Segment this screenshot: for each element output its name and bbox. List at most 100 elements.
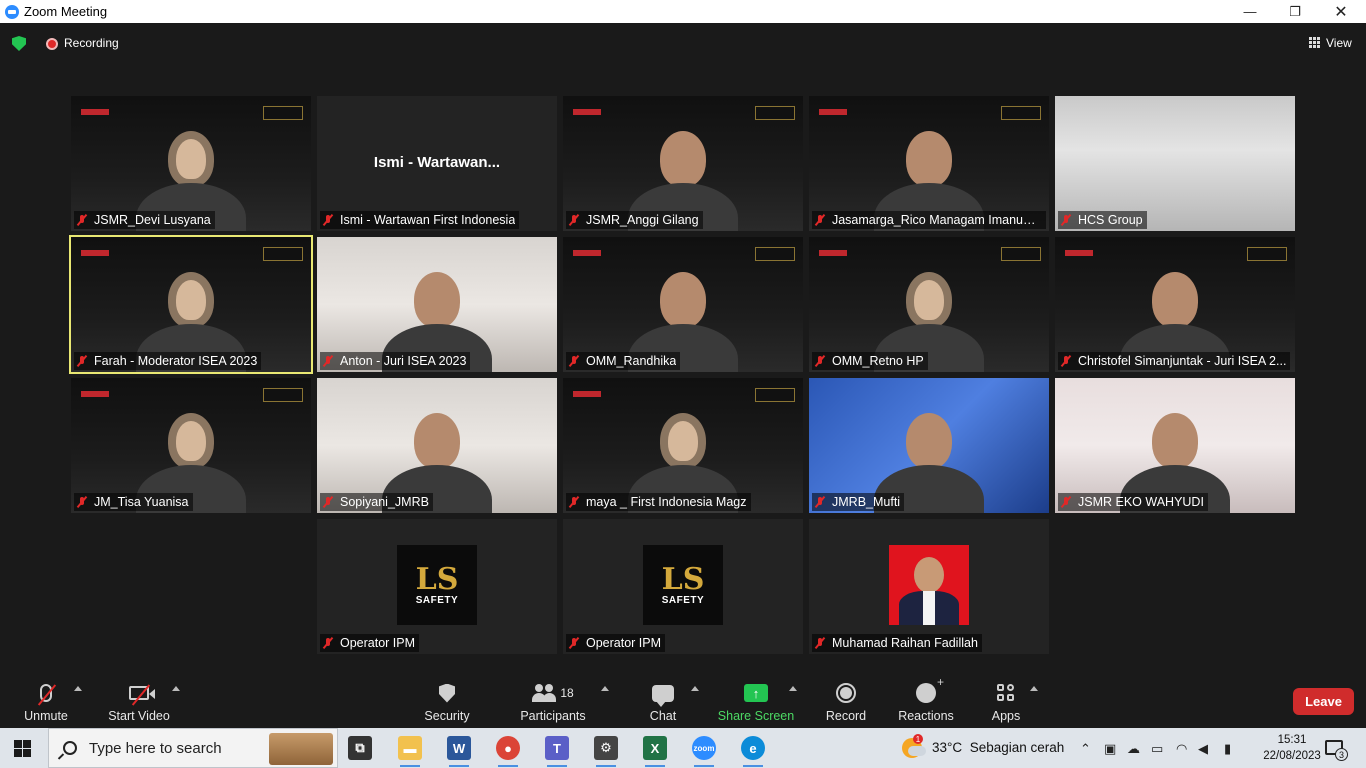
apps-options-chevron-up-icon[interactable] (1030, 686, 1038, 691)
unmute-button[interactable]: Unmute (22, 673, 70, 728)
participant-tile[interactable]: LS SAFETY Operator IPM (317, 519, 557, 654)
safety-award-logo (263, 106, 303, 120)
participant-name: Ismi - Wartawan First Indonesia (340, 213, 516, 227)
safety-award-logo: LS SAFETY (643, 545, 723, 625)
chat-options-chevron-up-icon[interactable] (691, 686, 699, 691)
encryption-shield-icon[interactable] (12, 36, 26, 51)
record-icon (836, 683, 856, 703)
participant-tile[interactable]: Christofel Simanjuntak - Juri ISEA 2... (1055, 237, 1295, 372)
participant-name: Anton - Juri ISEA 2023 (340, 354, 467, 368)
participant-name: Operator IPM (340, 636, 416, 650)
participant-tile[interactable]: Ismi - Wartawan... Ismi - Wartawan First … (317, 96, 557, 231)
taskbar-clock[interactable]: 15:31 22/08/2023 (1262, 732, 1322, 764)
weather-condition: Sebagian cerah (969, 740, 1065, 755)
record-button[interactable]: Record (825, 673, 867, 728)
show-hidden-icons-chevron-up-icon[interactable]: ⌃ (1080, 741, 1091, 757)
title-bar: Zoom Meeting — ❐ ✕ (0, 0, 1366, 23)
participant-tile[interactable]: OMM_Retno HP (809, 237, 1049, 372)
participant-name-tag: Anton - Juri ISEA 2023 (320, 352, 471, 370)
event-badge-logo (81, 109, 109, 115)
reactions-button[interactable]: Reactions (898, 673, 954, 728)
wifi-icon[interactable]: ◠ (1176, 741, 1187, 757)
microphone-muted-icon (568, 496, 580, 508)
audio-options-chevron-up-icon[interactable] (74, 686, 82, 691)
participant-name-tag: Muhamad Raihan Fadillah (812, 634, 982, 652)
leave-button[interactable]: Leave (1293, 688, 1354, 715)
safety-award-logo (1001, 247, 1041, 261)
participants-options-chevron-up-icon[interactable] (601, 686, 609, 691)
participant-tile[interactable]: HCS Group (1055, 96, 1295, 231)
participant-tile[interactable]: Jasamarga_Rico Managam Imanuel... (809, 96, 1049, 231)
participants-button[interactable]: 18 Participants (520, 673, 586, 728)
event-badge-logo (573, 250, 601, 256)
weather-badge: 1 (913, 734, 923, 744)
start-video-label: Start Video (108, 709, 170, 723)
participant-name: Sopiyani_JMRB (340, 495, 429, 509)
participant-tile[interactable]: maya _ First Indonesia Magz (563, 378, 803, 513)
event-badge-logo (819, 109, 847, 115)
participant-name: OMM_Randhika (586, 354, 677, 368)
onedrive-cloud-icon[interactable]: ☁ (1127, 741, 1140, 757)
microphone-muted-icon (1060, 214, 1072, 226)
weather-widget[interactable]: 33°C Sebagian cerah (932, 740, 1064, 755)
apps-button[interactable]: Apps (990, 673, 1022, 728)
volume-icon[interactable]: ◀ (1198, 741, 1208, 757)
participant-tile[interactable]: OMM_Randhika (563, 237, 803, 372)
notification-count: 3 (1335, 748, 1348, 761)
maximize-button[interactable]: ❐ (1272, 0, 1318, 23)
windows-start-icon[interactable] (14, 740, 31, 757)
microphone-in-use-icon[interactable]: ▮ (1224, 741, 1231, 757)
meet-now-icon[interactable]: ▣ (1104, 741, 1116, 757)
taskbar-search-box[interactable]: Type here to search (48, 728, 338, 768)
event-badge-logo (573, 109, 601, 115)
view-button[interactable]: View (1326, 36, 1352, 50)
close-button[interactable]: ✕ (1318, 0, 1364, 23)
battery-icon[interactable]: ▭ (1151, 741, 1163, 757)
participant-tile[interactable]: Sopiyani_JMRB (317, 378, 557, 513)
participants-label: Participants (520, 709, 586, 723)
participant-tile[interactable]: JSMR EKO WAHYUDI (1055, 378, 1295, 513)
security-button[interactable]: Security (422, 673, 472, 728)
microphone-muted-icon (1060, 355, 1072, 367)
video-options-chevron-up-icon[interactable] (172, 686, 180, 691)
excel-icon[interactable]: X (643, 736, 667, 767)
profile-photo (889, 545, 969, 625)
chrome-icon[interactable]: ● (496, 736, 520, 767)
participant-tile[interactable]: JM_Tisa Yuanisa (71, 378, 311, 513)
clock-date: 22/08/2023 (1263, 750, 1321, 762)
start-video-button[interactable]: Start Video (106, 673, 172, 728)
safety-award-logo (1247, 247, 1287, 261)
apps-grid-icon (997, 684, 1015, 702)
share-options-chevron-up-icon[interactable] (789, 686, 797, 691)
zoom-icon[interactable]: zoom (692, 736, 716, 767)
grid-view-icon[interactable] (1309, 37, 1320, 48)
teams-icon[interactable]: T (545, 736, 569, 767)
settings-icon[interactable]: ⚙ (594, 736, 618, 767)
participant-tile[interactable]: Anton - Juri ISEA 2023 (317, 237, 557, 372)
chat-label: Chat (649, 709, 677, 723)
participant-name: Christofel Simanjuntak - Juri ISEA 2... (1078, 354, 1287, 368)
task-view-icon[interactable]: ⧉ (348, 736, 372, 760)
participant-tile[interactable]: LS SAFETY Operator IPM (563, 519, 803, 654)
edge-icon[interactable]: e (741, 736, 765, 767)
word-icon[interactable]: W (447, 736, 471, 767)
participant-tile[interactable]: Muhamad Raihan Fadillah (809, 519, 1049, 654)
minimize-button[interactable]: — (1227, 0, 1273, 23)
participant-name: JSMR EKO WAHYUDI (1078, 495, 1204, 509)
recording-label[interactable]: Recording (64, 36, 119, 50)
participant-name: JMRB_Mufti (832, 495, 901, 509)
safety-award-logo (263, 388, 303, 402)
chat-button[interactable]: Chat (646, 673, 680, 728)
file-explorer-icon[interactable]: ▬ (398, 736, 422, 767)
participant-tile[interactable]: JMRB_Mufti (809, 378, 1049, 513)
share-screen-button[interactable]: ↑ Share Screen (718, 673, 794, 728)
safety-award-logo: LS SAFETY (397, 545, 477, 625)
participant-name: OMM_Retno HP (832, 354, 924, 368)
participant-tile[interactable]: JSMR_Devi Lusyana (71, 96, 311, 231)
participant-name: HCS Group (1078, 213, 1143, 227)
microphone-muted-icon (322, 637, 334, 649)
video-gallery: JSMR_Devi Lusyana Ismi - Wartawan... Ismi … (0, 63, 1366, 673)
participant-tile[interactable]: Farah - Moderator ISEA 2023 (69, 235, 313, 374)
participant-tile[interactable]: JSMR_Anggi Gilang (563, 96, 803, 231)
safety-award-logo (755, 106, 795, 120)
